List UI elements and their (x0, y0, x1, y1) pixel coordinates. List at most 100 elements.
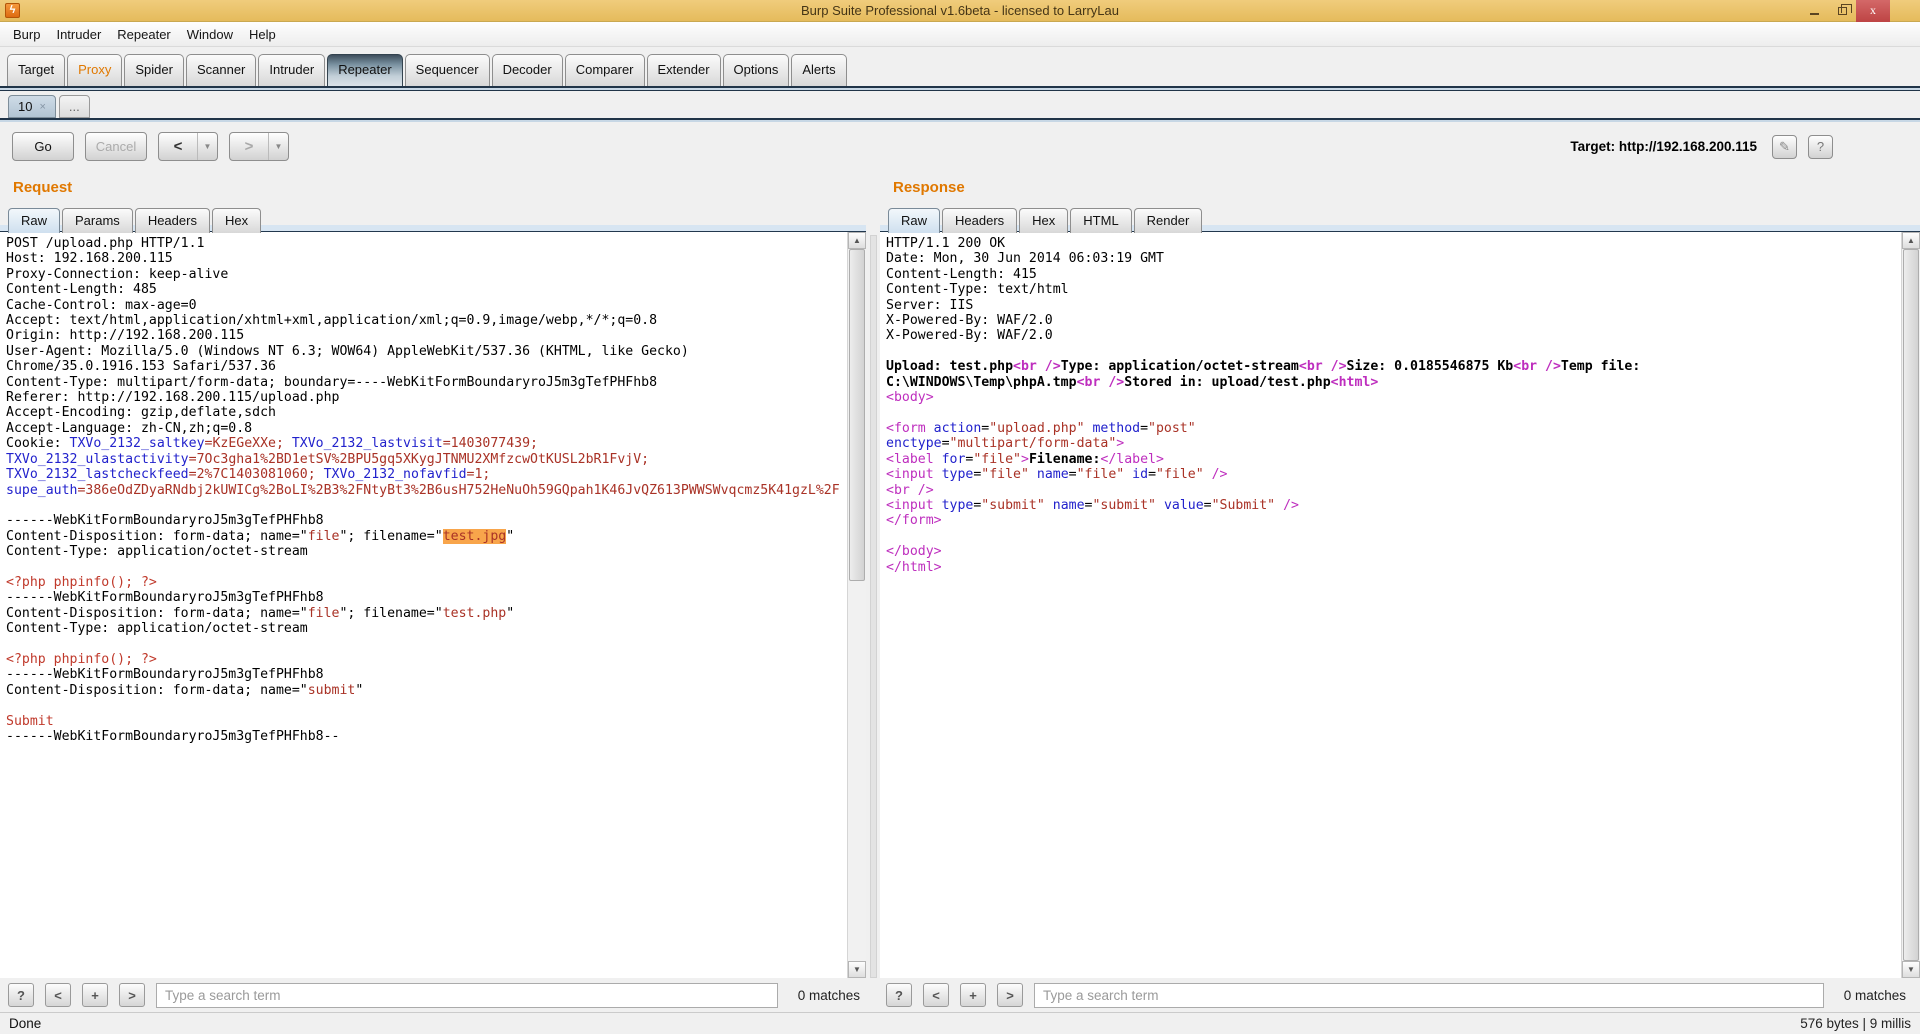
main-tab-intruder[interactable]: Intruder (258, 54, 325, 86)
response-panel: Response RawHeadersHexHTMLRender HTTP/1.… (880, 171, 1920, 978)
code-line: ------WebKitFormBoundaryroJ5m3gTefPHFhb8 (6, 667, 847, 682)
search-prev-button[interactable]: < (45, 983, 71, 1007)
response-search-bar: ? < + > 0 matches (880, 978, 1920, 1012)
repeater-tab-label: 10 (18, 99, 32, 114)
main-tab-sequencer[interactable]: Sequencer (405, 54, 490, 86)
code-line: Proxy-Connection: keep-alive (6, 267, 847, 282)
main-tab-bar: TargetProxySpiderScannerIntruderRepeater… (0, 47, 1920, 86)
menu-item-burp[interactable]: Burp (5, 24, 48, 45)
cancel-button[interactable]: Cancel (85, 132, 147, 161)
code-line (886, 405, 1901, 420)
code-line: </html> (886, 560, 1901, 575)
search-help-button[interactable]: ? (8, 983, 34, 1007)
request-search-bar: ?<+> 0 matches (0, 978, 866, 1012)
search-next-button[interactable]: > (119, 983, 145, 1007)
main-tab-comparer[interactable]: Comparer (565, 54, 645, 86)
response-tab-render[interactable]: Render (1134, 208, 1203, 233)
code-line: X-Powered-By: WAF/2.0 (886, 313, 1901, 328)
search-next-button[interactable]: > (997, 983, 1023, 1007)
repeater-tab-bar: 10 × ... (0, 91, 1920, 118)
main-tab-scanner[interactable]: Scanner (186, 54, 256, 86)
code-line: Cache-Control: max-age=0 (6, 298, 847, 313)
forward-arrow-icon: > (230, 138, 268, 155)
main-tab-alerts[interactable]: Alerts (791, 54, 846, 86)
scroll-down-icon[interactable]: ▼ (848, 961, 866, 978)
window-controls: x (1800, 0, 1920, 21)
code-line: Content-Type: application/octet-stream (6, 621, 847, 636)
code-line: Server: IIS (886, 298, 1901, 313)
scroll-up-icon[interactable]: ▲ (1902, 232, 1920, 249)
request-editor[interactable]: POST /upload.php HTTP/1.1Host: 192.168.2… (0, 232, 847, 978)
menu-item-window[interactable]: Window (179, 24, 241, 45)
scroll-up-icon[interactable]: ▲ (848, 232, 866, 249)
scrollbar-thumb[interactable] (849, 249, 865, 581)
code-line: Content-Disposition: form-data; name="fi… (6, 606, 847, 621)
scroll-down-icon[interactable]: ▼ (1902, 961, 1920, 978)
response-scrollbar[interactable]: ▲ ▼ (1901, 232, 1920, 978)
close-tab-icon[interactable]: × (39, 101, 45, 113)
history-forward-button[interactable]: > ▼ (229, 132, 289, 161)
code-line: User-Agent: Mozilla/5.0 (Windows NT 6.3;… (6, 344, 847, 359)
code-line (886, 344, 1901, 359)
window-title: Burp Suite Professional v1.6beta - licen… (0, 3, 1920, 18)
request-scrollbar[interactable]: ▲ ▼ (847, 232, 866, 978)
target-url-label: Target: http://192.168.200.115 (1570, 139, 1757, 154)
maximize-button[interactable] (1828, 0, 1856, 22)
code-line: ------WebKitFormBoundaryroJ5m3gTefPHFhb8 (6, 513, 847, 528)
main-tab-proxy[interactable]: Proxy (67, 54, 122, 86)
code-line: Content-Length: 415 (886, 267, 1901, 282)
code-line: Origin: http://192.168.200.115 (6, 328, 847, 343)
response-editor[interactable]: HTTP/1.1 200 OKDate: Mon, 30 Jun 2014 06… (880, 232, 1901, 978)
go-button[interactable]: Go (12, 132, 74, 161)
response-tab-html[interactable]: HTML (1070, 208, 1131, 233)
response-tab-hex[interactable]: Hex (1019, 208, 1068, 233)
menu-item-help[interactable]: Help (241, 24, 284, 45)
code-line: <?php phpinfo(); ?> (6, 575, 847, 590)
help-button[interactable]: ? (1808, 135, 1833, 159)
scrollbar-thumb[interactable] (1903, 249, 1919, 961)
minimize-button[interactable] (1800, 0, 1828, 22)
request-tab-hex[interactable]: Hex (212, 208, 261, 233)
search-options-button[interactable]: + (960, 983, 986, 1007)
code-line: Accept: text/html,application/xhtml+xml,… (6, 313, 847, 328)
main-tab-extender[interactable]: Extender (647, 54, 721, 86)
chevron-down-icon[interactable]: ▼ (268, 133, 288, 160)
main-tab-repeater[interactable]: Repeater (327, 54, 402, 86)
restore-icon (1838, 7, 1847, 15)
timing-stats: 576 bytes | 9 millis (1800, 1016, 1911, 1031)
code-line: Date: Mon, 30 Jun 2014 06:03:19 GMT (886, 251, 1901, 266)
main-tab-options[interactable]: Options (723, 54, 790, 86)
repeater-tab-more[interactable]: ... (59, 95, 90, 118)
code-line: Accept-Encoding: gzip,deflate,sdch (6, 405, 847, 420)
menu-item-repeater[interactable]: Repeater (109, 24, 178, 45)
panel-divider[interactable] (866, 171, 880, 978)
close-button[interactable]: x (1856, 0, 1890, 22)
search-prev-button[interactable]: < (923, 983, 949, 1007)
burp-app-icon: ϟ (5, 3, 20, 18)
search-help-button[interactable]: ? (886, 983, 912, 1007)
code-line: Cookie: TXVo_2132_saltkey=KzEGeXXe; TXVo… (6, 436, 847, 451)
code-line: enctype="multipart/form-data"> (886, 436, 1901, 451)
history-back-button[interactable]: < ▼ (158, 132, 218, 161)
repeater-tab-10[interactable]: 10 × (8, 95, 56, 118)
main-tab-target[interactable]: Target (7, 54, 65, 86)
code-line: ------WebKitFormBoundaryroJ5m3gTefPHFhb8 (6, 590, 847, 605)
search-input[interactable] (1034, 983, 1824, 1008)
response-tab-raw[interactable]: Raw (888, 208, 940, 233)
request-tab-raw[interactable]: Raw (8, 208, 60, 233)
search-input[interactable] (156, 983, 778, 1008)
response-tab-headers[interactable]: Headers (942, 208, 1017, 233)
code-line: <br /> (886, 483, 1901, 498)
request-tab-headers[interactable]: Headers (135, 208, 210, 233)
match-count-label: 0 matches (1844, 988, 1906, 1003)
main-tab-spider[interactable]: Spider (124, 54, 184, 86)
code-line: Content-Type: text/html (886, 282, 1901, 297)
request-tab-params[interactable]: Params (62, 208, 133, 233)
main-tab-decoder[interactable]: Decoder (492, 54, 563, 86)
request-panel-title: Request (13, 179, 866, 198)
menu-item-intruder[interactable]: Intruder (48, 24, 109, 45)
search-options-button[interactable]: + (82, 983, 108, 1007)
code-line: HTTP/1.1 200 OK (886, 236, 1901, 251)
chevron-down-icon[interactable]: ▼ (197, 133, 217, 160)
edit-target-button[interactable]: ✎ (1772, 135, 1797, 159)
